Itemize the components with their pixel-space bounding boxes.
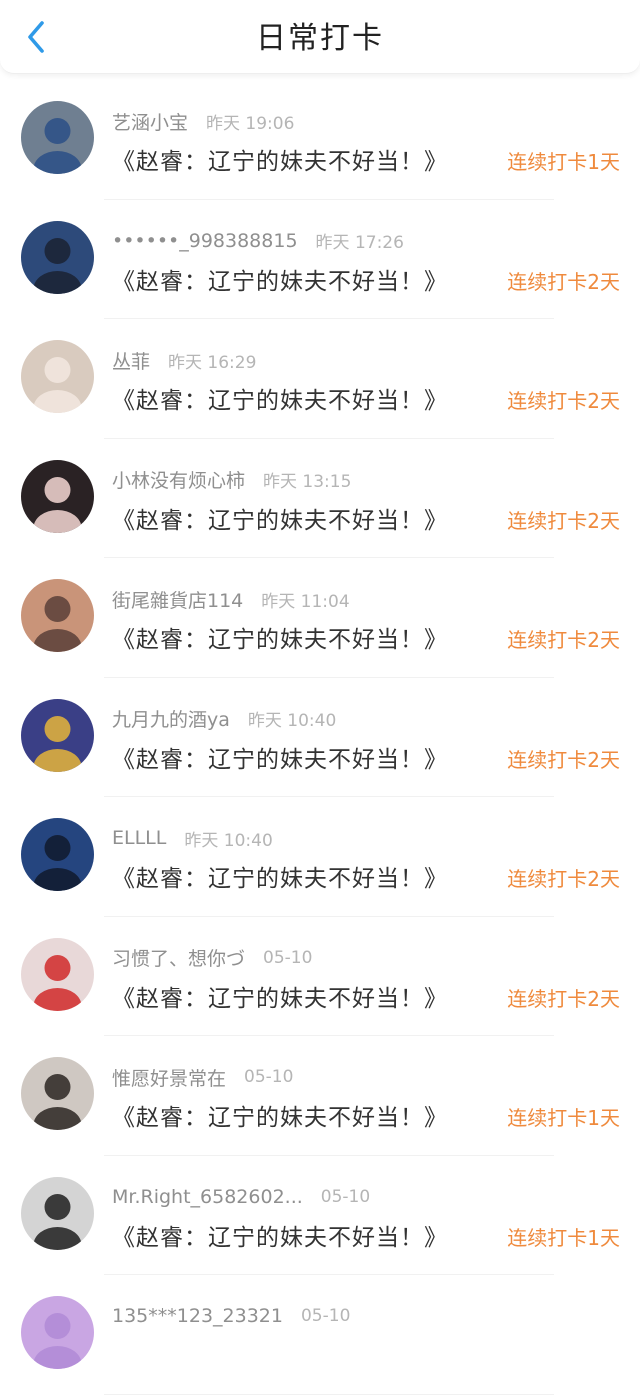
- checkin-row[interactable]: Mr.Right_6582602... 05-10 《赵睿：辽宁的妹夫不好当！》 连续…: [0, 1156, 640, 1276]
- streak-label: 连续打卡2天: [507, 389, 620, 413]
- checkin-row[interactable]: 小林没有烦心柿 昨天 13:15 《赵睿：辽宁的妹夫不好当！》 连续打卡2天: [0, 439, 640, 559]
- user-name[interactable]: ELLLL: [112, 827, 166, 849]
- checkin-row[interactable]: 135***123_23321 05-10: [0, 1275, 640, 1395]
- checkin-content[interactable]: 《赵睿：辽宁的妹夫不好当！》: [112, 381, 448, 415]
- streak-label: 连续打卡2天: [507, 986, 620, 1011]
- user-avatar-icon: [21, 698, 94, 772]
- row-meta: 小林没有烦心柿 昨天 13:15: [112, 467, 351, 493]
- avatar[interactable]: [21, 459, 94, 533]
- checkin-content[interactable]: 《赵睿：辽宁的妹夫不好当！》: [112, 620, 448, 654]
- avatar[interactable]: [21, 1057, 94, 1130]
- user-avatar-icon: [21, 220, 94, 294]
- checkin-row[interactable]: 习惯了、想你づ 05-10 《赵睿：辽宁的妹夫不好当！》 连续打卡2天: [0, 917, 640, 1037]
- user-name[interactable]: 习惯了、想你づ: [112, 944, 245, 971]
- row-meta: 丛菲 昨天 16:29: [112, 347, 256, 373]
- checkin-content[interactable]: 《赵睿：辽宁的妹夫不好当！》: [112, 979, 448, 1013]
- checkin-time: 05-10: [320, 1186, 371, 1207]
- row-meta: 惟愿好景常在 05-10: [112, 1064, 293, 1090]
- avatar[interactable]: [21, 101, 94, 174]
- avatar[interactable]: [21, 579, 94, 652]
- user-name[interactable]: 小林没有烦心柿: [112, 466, 245, 493]
- user-avatar-icon: [21, 1176, 94, 1250]
- user-avatar-icon: [21, 1296, 94, 1369]
- checkin-content[interactable]: 《赵睿：辽宁的妹夫不好当！》: [112, 501, 448, 535]
- user-name[interactable]: 惟愿好景常在: [112, 1064, 226, 1091]
- user-name[interactable]: ••••••_998388815: [112, 230, 298, 252]
- streak-label: 连续打卡1天: [507, 150, 620, 174]
- checkin-time: 昨天 10:40: [184, 830, 273, 851]
- avatar[interactable]: [21, 1296, 94, 1369]
- row-meta: 九月九的酒ya 昨天 10:40: [112, 706, 336, 732]
- checkin-time: 昨天 17:26: [315, 233, 404, 253]
- checkin-row[interactable]: ELLLL 昨天 10:40 《赵睿：辽宁的妹夫不好当！》 连续打卡2天: [0, 797, 640, 917]
- checkin-content[interactable]: 《赵睿：辽宁的妹夫不好当！》: [112, 262, 448, 296]
- avatar[interactable]: [21, 340, 94, 413]
- streak-label: 连续打卡2天: [507, 867, 620, 891]
- streak-label: 连续打卡2天: [507, 747, 620, 772]
- user-name[interactable]: 艺涵小宝: [112, 108, 188, 135]
- avatar[interactable]: [21, 698, 94, 772]
- avatar[interactable]: [21, 937, 94, 1011]
- user-name[interactable]: 135***123_23321: [112, 1305, 283, 1327]
- checkin-time: 05-10: [244, 1067, 294, 1087]
- avatar[interactable]: [21, 1176, 94, 1250]
- user-name[interactable]: Mr.Right_6582602...: [112, 1186, 303, 1208]
- row-meta: 习惯了、想你づ 05-10: [112, 945, 312, 971]
- row-meta: ••••••_998388815 昨天 17:26: [112, 228, 404, 254]
- streak-label: 连续打卡2天: [507, 269, 620, 294]
- user-avatar-icon: [21, 459, 94, 533]
- checkin-row[interactable]: 九月九的酒ya 昨天 10:40 《赵睿：辽宁的妹夫不好当！》 连续打卡2天: [0, 678, 640, 798]
- streak-label: 连续打卡2天: [507, 628, 620, 652]
- checkin-row[interactable]: 丛菲 昨天 16:29 《赵睿：辽宁的妹夫不好当！》 连续打卡2天: [0, 319, 640, 439]
- checkin-content[interactable]: 《赵睿：辽宁的妹夫不好当！》: [112, 142, 448, 176]
- checkin-time: 昨天 19:06: [206, 113, 295, 134]
- user-avatar-icon: [21, 579, 94, 652]
- row-meta: Mr.Right_6582602... 05-10: [112, 1184, 370, 1210]
- checkin-content[interactable]: 《赵睿：辽宁的妹夫不好当！》: [112, 740, 448, 774]
- checkin-list: 艺涵小宝 昨天 19:06 《赵睿：辽宁的妹夫不好当！》 连续打卡1天 ••••••_9…: [0, 80, 640, 1395]
- streak-label: 连续打卡1天: [507, 1106, 620, 1130]
- checkin-time: 05-10: [300, 1306, 351, 1326]
- user-avatar-icon: [21, 818, 94, 891]
- checkin-time: 昨天 16:29: [168, 352, 257, 373]
- user-name[interactable]: 街尾雜貨店114: [112, 586, 243, 613]
- row-meta: 135***123_23321 05-10: [112, 1303, 350, 1329]
- avatar[interactable]: [21, 818, 94, 891]
- checkin-row[interactable]: 艺涵小宝 昨天 19:06 《赵睿：辽宁的妹夫不好当！》 连续打卡1天: [0, 80, 640, 200]
- checkin-time: 昨天 10:40: [247, 711, 337, 731]
- user-avatar-icon: [21, 101, 94, 174]
- user-avatar-icon: [21, 937, 94, 1011]
- checkin-content[interactable]: 《赵睿：辽宁的妹夫不好当！》: [112, 859, 448, 893]
- checkin-row[interactable]: 街尾雜貨店114 昨天 11:04 《赵睿：辽宁的妹夫不好当！》 连续打卡2天: [0, 558, 640, 678]
- user-name[interactable]: 丛菲: [112, 347, 150, 374]
- user-name[interactable]: 九月九的酒ya: [112, 705, 230, 732]
- user-avatar-icon: [21, 340, 94, 413]
- checkin-content[interactable]: 《赵睿：辽宁的妹夫不好当！》: [112, 1218, 448, 1252]
- avatar[interactable]: [21, 220, 94, 294]
- checkin-time: 昨天 13:15: [263, 472, 352, 492]
- streak-label: 连续打卡2天: [507, 508, 620, 533]
- checkin-time: 05-10: [263, 947, 313, 968]
- page-title: 日常打卡: [256, 21, 384, 56]
- streak-label: 连续打卡1天: [507, 1225, 620, 1250]
- checkin-row[interactable]: 惟愿好景常在 05-10 《赵睿：辽宁的妹夫不好当！》 连续打卡1天: [0, 1036, 640, 1156]
- row-meta: ELLLL 昨天 10:40: [112, 825, 273, 851]
- checkin-time: 昨天 11:04: [261, 591, 350, 612]
- top-nav-bar: 日常打卡: [0, 0, 640, 74]
- row-meta: 艺涵小宝 昨天 19:06: [112, 108, 294, 134]
- row-meta: 街尾雜貨店114 昨天 11:04: [112, 586, 350, 612]
- checkin-row[interactable]: ••••••_998388815 昨天 17:26 《赵睿：辽宁的妹夫不好当！》 连续…: [0, 200, 640, 320]
- checkin-content[interactable]: 《赵睿：辽宁的妹夫不好当！》: [112, 1098, 448, 1132]
- user-avatar-icon: [21, 1057, 94, 1130]
